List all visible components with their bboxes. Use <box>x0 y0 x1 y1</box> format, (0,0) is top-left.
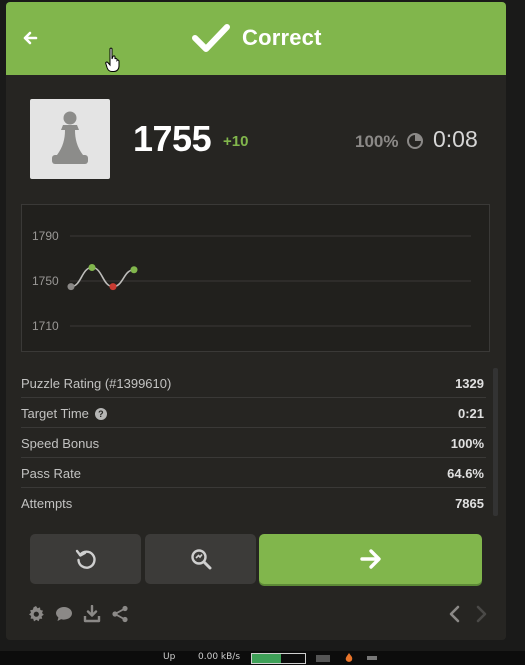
result-title: Correct <box>192 20 322 56</box>
y-tick-label: 1790 <box>32 229 59 243</box>
rating-point[interactable] <box>109 283 117 291</box>
accuracy-percent: 100% <box>355 132 399 151</box>
magnify-icon <box>190 549 211 570</box>
gear-icon[interactable] <box>27 605 45 623</box>
rating-point[interactable] <box>130 266 138 274</box>
rating-change: +10 <box>223 133 249 150</box>
network-speed: 0.00 kB/s <box>198 652 241 662</box>
share-icon[interactable] <box>111 605 129 623</box>
action-bar <box>6 519 506 640</box>
stat-puzzle-rating: Puzzle Rating (#1399610) 1329 <box>21 368 486 398</box>
back-button[interactable] <box>20 28 40 48</box>
stat-value: 100% <box>450 436 484 451</box>
network-meter-fill <box>252 654 282 663</box>
tray-icon[interactable] <box>367 656 377 660</box>
y-tick-label: 1750 <box>32 274 59 288</box>
next-puzzle-button[interactable] <box>259 534 482 584</box>
checkmark-icon <box>192 24 230 52</box>
puzzle-result-panel: Correct 1755 +10 100% 0:08 1790 1750 1710 … <box>6 2 506 640</box>
pawn-icon <box>52 111 88 164</box>
network-meter <box>251 653 306 664</box>
stat-value: 0:21 <box>457 406 484 421</box>
clock-icon <box>407 133 423 149</box>
rating-point[interactable] <box>67 283 75 291</box>
arrow-left-icon <box>23 31 38 45</box>
chevron-left-icon[interactable] <box>447 605 463 623</box>
stats-scrollbar[interactable] <box>493 368 498 516</box>
rating-chart: 1790 1750 1710 <box>21 204 490 352</box>
help-icon[interactable]: ? <box>94 407 107 420</box>
puzzle-stats: Puzzle Rating (#1399610) 1329 Target Tim… <box>21 368 486 518</box>
stat-label: Target Time ? <box>21 406 107 421</box>
rating-line <box>70 266 135 288</box>
rating-point[interactable] <box>88 264 96 271</box>
player-rating: 1755 <box>133 118 212 159</box>
upload-label: Up <box>163 652 176 662</box>
stat-attempts: Attempts 7865 <box>21 488 486 518</box>
solve-time: 0:08 <box>433 126 478 152</box>
stat-label: Speed Bonus <box>21 436 100 451</box>
arrow-right-icon <box>359 549 381 569</box>
stat-value: 64.6% <box>447 466 484 481</box>
stat-value: 1329 <box>455 376 484 391</box>
stat-pass-rate: Pass Rate 64.6% <box>21 458 486 488</box>
download-icon[interactable] <box>83 605 101 623</box>
puzzle-avatar <box>30 99 110 179</box>
analyze-button[interactable] <box>145 534 256 584</box>
chat-icon[interactable] <box>55 605 73 623</box>
stat-label: Puzzle Rating (#1399610) <box>21 376 172 391</box>
stat-speed-bonus: Speed Bonus 100% <box>21 428 486 458</box>
result-label: Correct <box>242 25 322 50</box>
flame-icon[interactable] <box>345 653 353 663</box>
stat-target-time: Target Time ? 0:21 <box>21 398 486 428</box>
result-header: Correct <box>6 2 506 75</box>
hand-cursor-icon <box>105 47 120 72</box>
chevron-right-icon[interactable] <box>473 605 489 623</box>
stat-label: Attempts <box>21 496 73 511</box>
rating-chart-svg: 1790 1750 1710 <box>32 229 471 333</box>
stat-value: 7865 <box>455 496 484 511</box>
retry-icon <box>75 549 96 569</box>
system-taskbar: Up 0.00 kB/s <box>0 651 525 665</box>
tray-icon[interactable] <box>316 655 330 662</box>
stat-label: Pass Rate <box>21 466 81 481</box>
retry-button[interactable] <box>30 534 141 584</box>
y-tick-label: 1710 <box>32 319 59 333</box>
